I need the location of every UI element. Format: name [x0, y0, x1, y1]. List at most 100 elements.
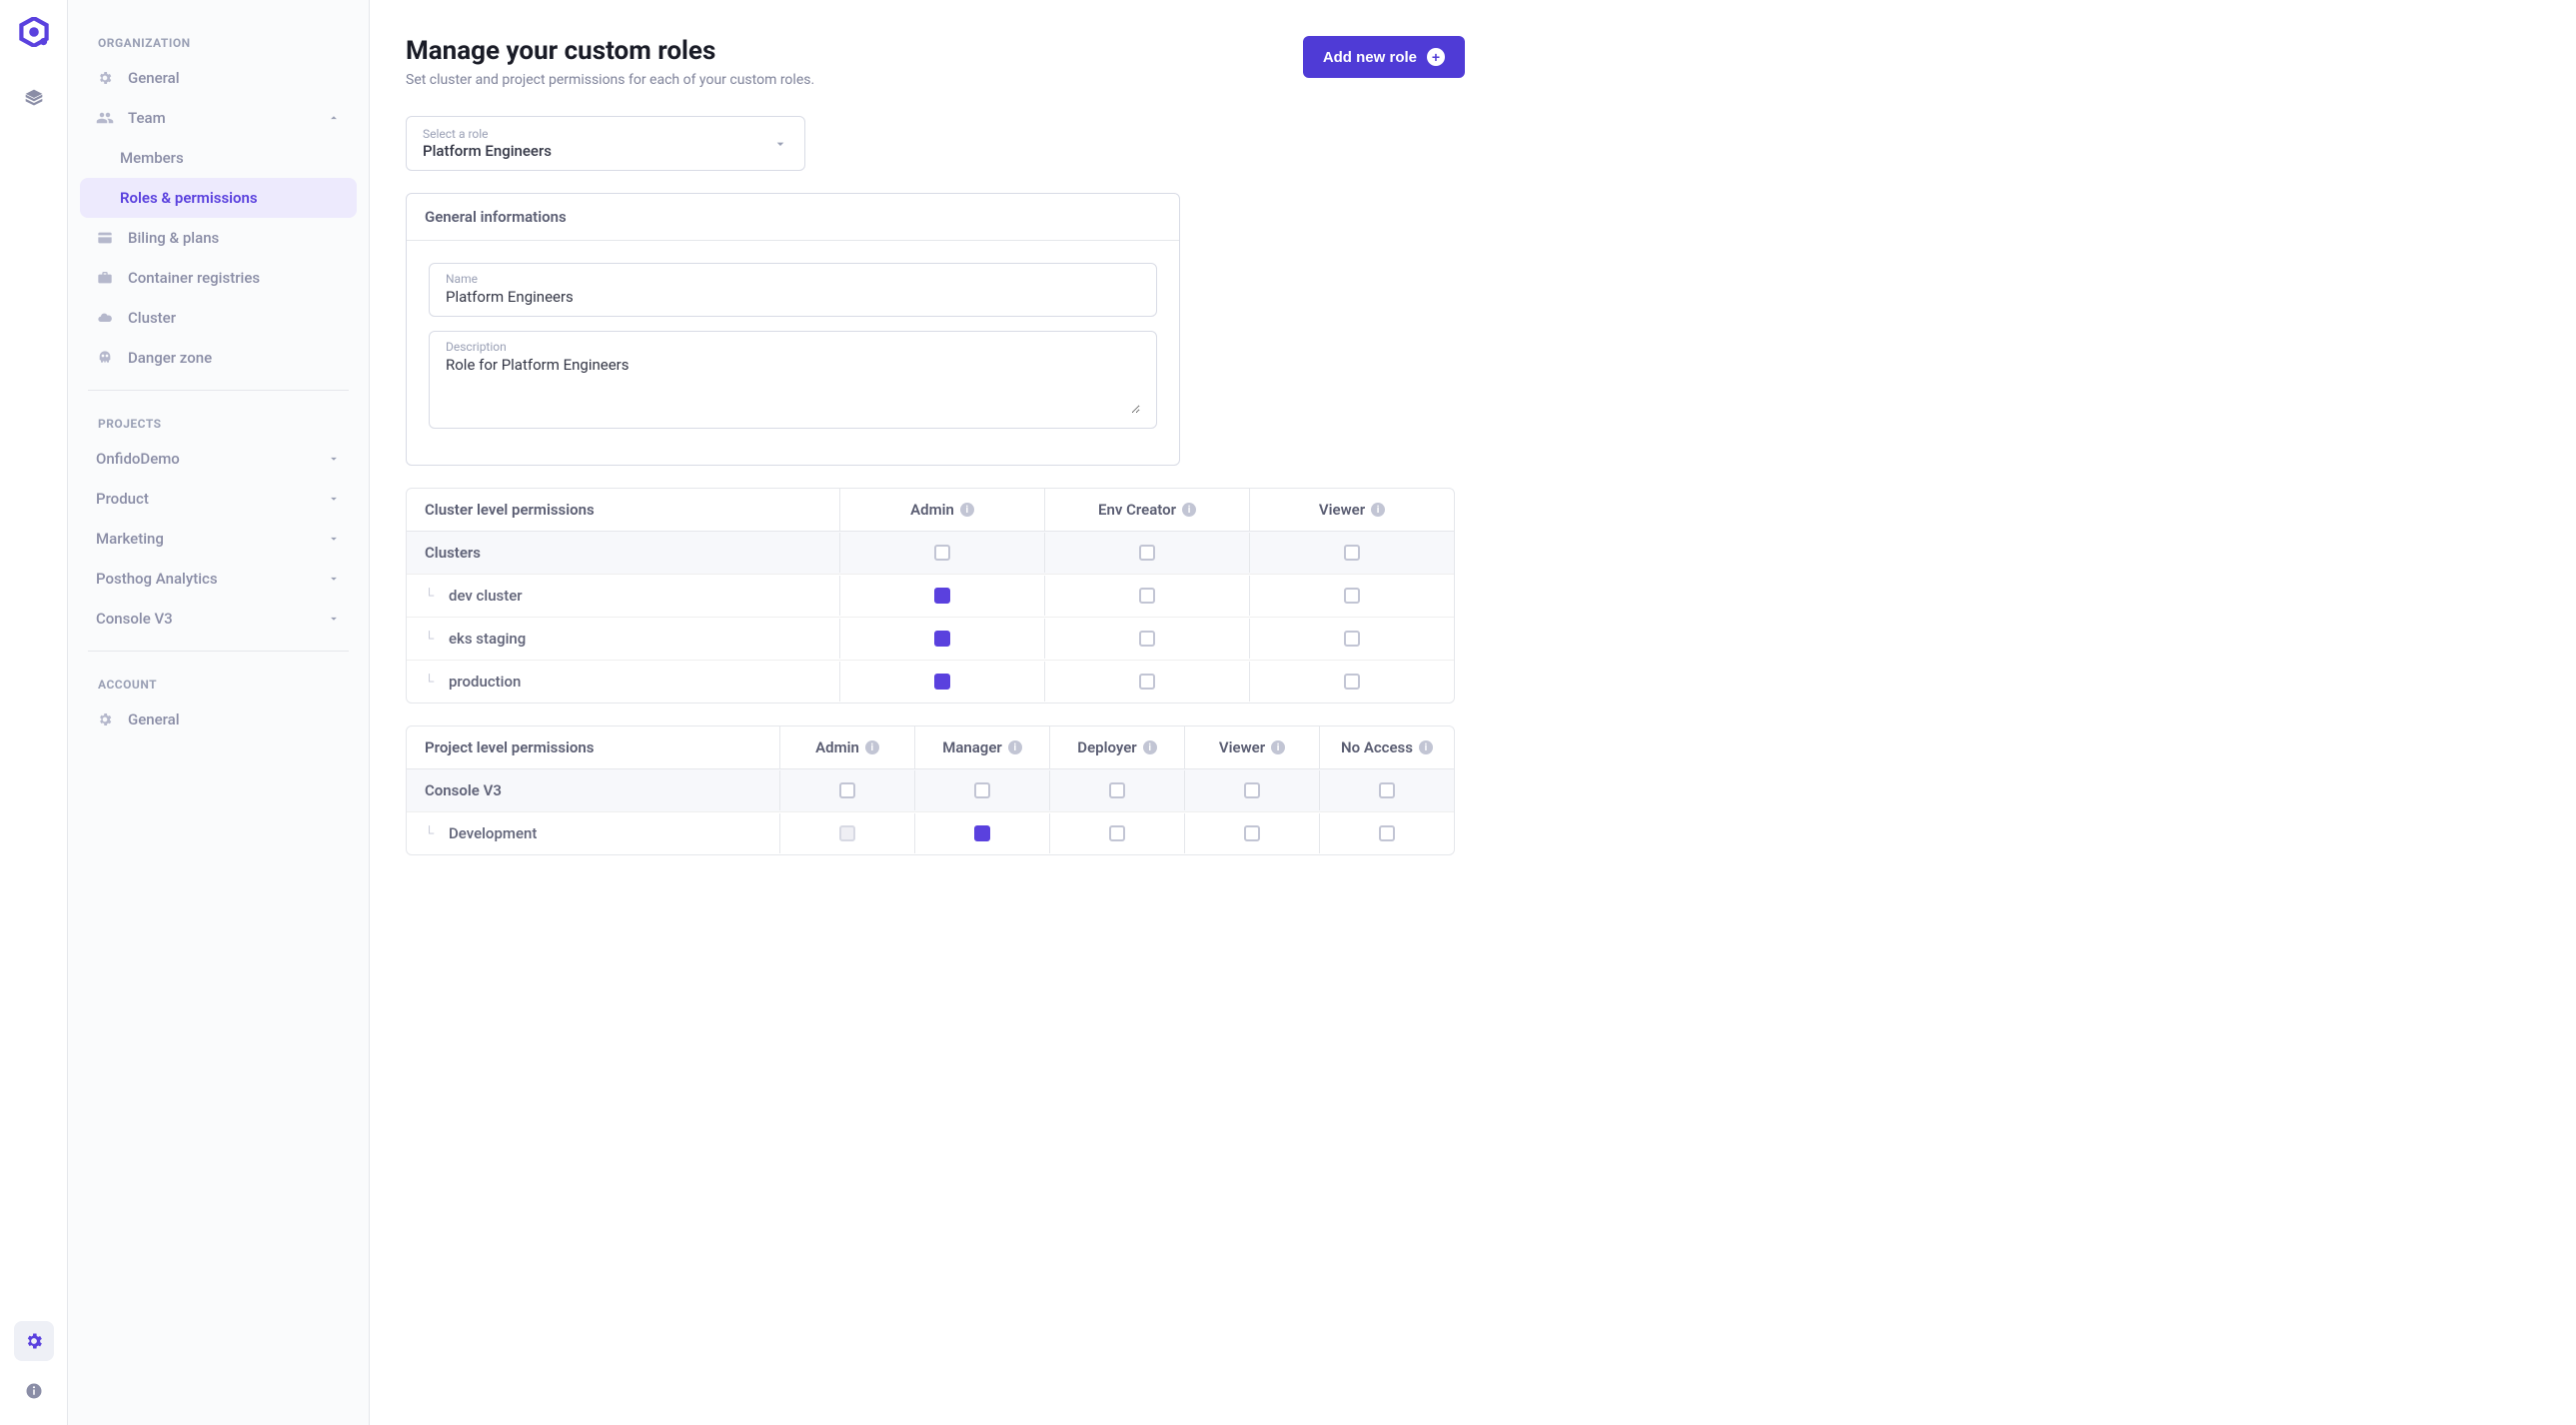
- chevron-down-icon: [327, 452, 341, 466]
- section-projects: PROJECTS: [80, 403, 357, 439]
- checkbox[interactable]: [839, 782, 855, 798]
- column-header: Env Creatori: [1044, 489, 1249, 531]
- cloud-icon: [96, 309, 114, 327]
- column-header: No Accessi: [1319, 726, 1454, 768]
- checkbox: [839, 825, 855, 841]
- card-title: General informations: [407, 194, 1179, 241]
- group-label: Clusters: [407, 532, 839, 574]
- logo-hex-icon: [19, 17, 49, 47]
- info-icon[interactable]: i: [1371, 503, 1385, 517]
- rail-item-settings[interactable]: [14, 1321, 54, 1361]
- general-info-card: General informations Name Description: [406, 193, 1180, 466]
- nav-container-registries[interactable]: Container registries: [80, 258, 357, 298]
- column-header: Vieweri: [1249, 489, 1454, 531]
- nav-team-members[interactable]: Members: [80, 138, 357, 178]
- table-row: └ production: [407, 660, 1454, 703]
- chevron-down-icon: [327, 532, 341, 546]
- name-input[interactable]: [446, 286, 1140, 306]
- section-organization: ORGANIZATION: [80, 22, 357, 58]
- project-item[interactable]: Console V3: [80, 599, 357, 639]
- gear-icon: [96, 69, 114, 87]
- info-icon[interactable]: i: [1271, 740, 1285, 754]
- sidebar: ORGANIZATION General Team Members Roles …: [68, 0, 370, 1425]
- checkbox[interactable]: [1344, 545, 1360, 561]
- checkbox[interactable]: [934, 674, 950, 690]
- checkbox[interactable]: [1244, 782, 1260, 798]
- info-icon[interactable]: i: [1008, 740, 1022, 754]
- checkbox[interactable]: [1139, 588, 1155, 604]
- checkbox[interactable]: [1139, 674, 1155, 690]
- description-field[interactable]: Description: [429, 331, 1157, 429]
- checkbox[interactable]: [1344, 674, 1360, 690]
- button-label: Add new role: [1323, 49, 1417, 66]
- checkbox[interactable]: [934, 631, 950, 647]
- checkbox[interactable]: [974, 782, 990, 798]
- rail-item-info[interactable]: [14, 1371, 54, 1411]
- checkbox[interactable]: [1344, 631, 1360, 647]
- checkbox[interactable]: [934, 545, 950, 561]
- column-header: Vieweri: [1184, 726, 1319, 768]
- tree-indent-icon: └: [425, 674, 435, 690]
- project-label: OnfidoDemo: [96, 450, 180, 468]
- rail-item-layers[interactable]: [14, 78, 54, 118]
- tree-indent-icon: └: [425, 631, 435, 647]
- project-label: Product: [96, 490, 149, 508]
- layers-icon: [24, 88, 44, 108]
- info-icon[interactable]: i: [1419, 740, 1433, 754]
- app-logo[interactable]: [16, 14, 52, 50]
- name-field[interactable]: Name: [429, 263, 1157, 317]
- nav-danger-zone[interactable]: Danger zone: [80, 338, 357, 378]
- divider: [88, 390, 349, 391]
- checkbox[interactable]: [1379, 782, 1395, 798]
- checkbox[interactable]: [1379, 825, 1395, 841]
- checkbox[interactable]: [1139, 631, 1155, 647]
- table-row: └eks staging: [407, 617, 1454, 660]
- chevron-down-icon: [327, 612, 341, 626]
- info-icon[interactable]: i: [865, 740, 879, 754]
- chevron-up-icon: [327, 111, 341, 125]
- field-label: Description: [446, 340, 1140, 354]
- description-textarea[interactable]: [446, 354, 1140, 414]
- checkbox[interactable]: [1344, 588, 1360, 604]
- nav-label: Container registries: [128, 269, 260, 287]
- info-icon[interactable]: i: [960, 503, 974, 517]
- table-title: Project level permissions: [407, 726, 779, 768]
- column-header: Manageri: [914, 726, 1049, 768]
- role-select[interactable]: Select a role Platform Engineers: [406, 116, 805, 171]
- nav-billing[interactable]: Biling & plans: [80, 218, 357, 258]
- table-row: └Development: [407, 811, 1454, 854]
- nav-team[interactable]: Team: [80, 98, 357, 138]
- section-account: ACCOUNT: [80, 664, 357, 700]
- info-icon[interactable]: i: [1143, 740, 1157, 754]
- skull-icon: [96, 349, 114, 367]
- chevron-down-icon: [327, 492, 341, 506]
- checkbox[interactable]: [1244, 825, 1260, 841]
- team-icon: [96, 109, 114, 127]
- project-item[interactable]: Marketing: [80, 519, 357, 559]
- table-group-row: Console V3: [407, 769, 1454, 811]
- info-icon[interactable]: i: [1182, 503, 1196, 517]
- column-header: Admini: [779, 726, 914, 768]
- checkbox[interactable]: [1139, 545, 1155, 561]
- nav-label: General: [128, 69, 180, 87]
- add-role-button[interactable]: Add new role +: [1303, 36, 1465, 78]
- checkbox[interactable]: [1109, 782, 1125, 798]
- project-item[interactable]: Product: [80, 479, 357, 519]
- nav-account-general[interactable]: General: [80, 700, 357, 739]
- project-permissions-table: Project level permissions Admini Manager…: [406, 725, 1455, 855]
- nav-cluster[interactable]: Cluster: [80, 298, 357, 338]
- checkbox[interactable]: [1109, 825, 1125, 841]
- row-label: dev cluster: [449, 587, 523, 605]
- checkbox[interactable]: [974, 825, 990, 841]
- chevron-down-icon: [327, 572, 341, 586]
- select-value: Platform Engineers: [423, 142, 552, 160]
- divider: [88, 651, 349, 652]
- project-item[interactable]: Posthog Analytics: [80, 559, 357, 599]
- row-label: production: [449, 673, 521, 691]
- project-item[interactable]: OnfidoDemo: [80, 439, 357, 479]
- plus-icon: +: [1427, 48, 1445, 66]
- nav-team-roles[interactable]: Roles & permissions: [80, 178, 357, 218]
- gear-icon: [96, 711, 114, 728]
- nav-general[interactable]: General: [80, 58, 357, 98]
- checkbox[interactable]: [934, 588, 950, 604]
